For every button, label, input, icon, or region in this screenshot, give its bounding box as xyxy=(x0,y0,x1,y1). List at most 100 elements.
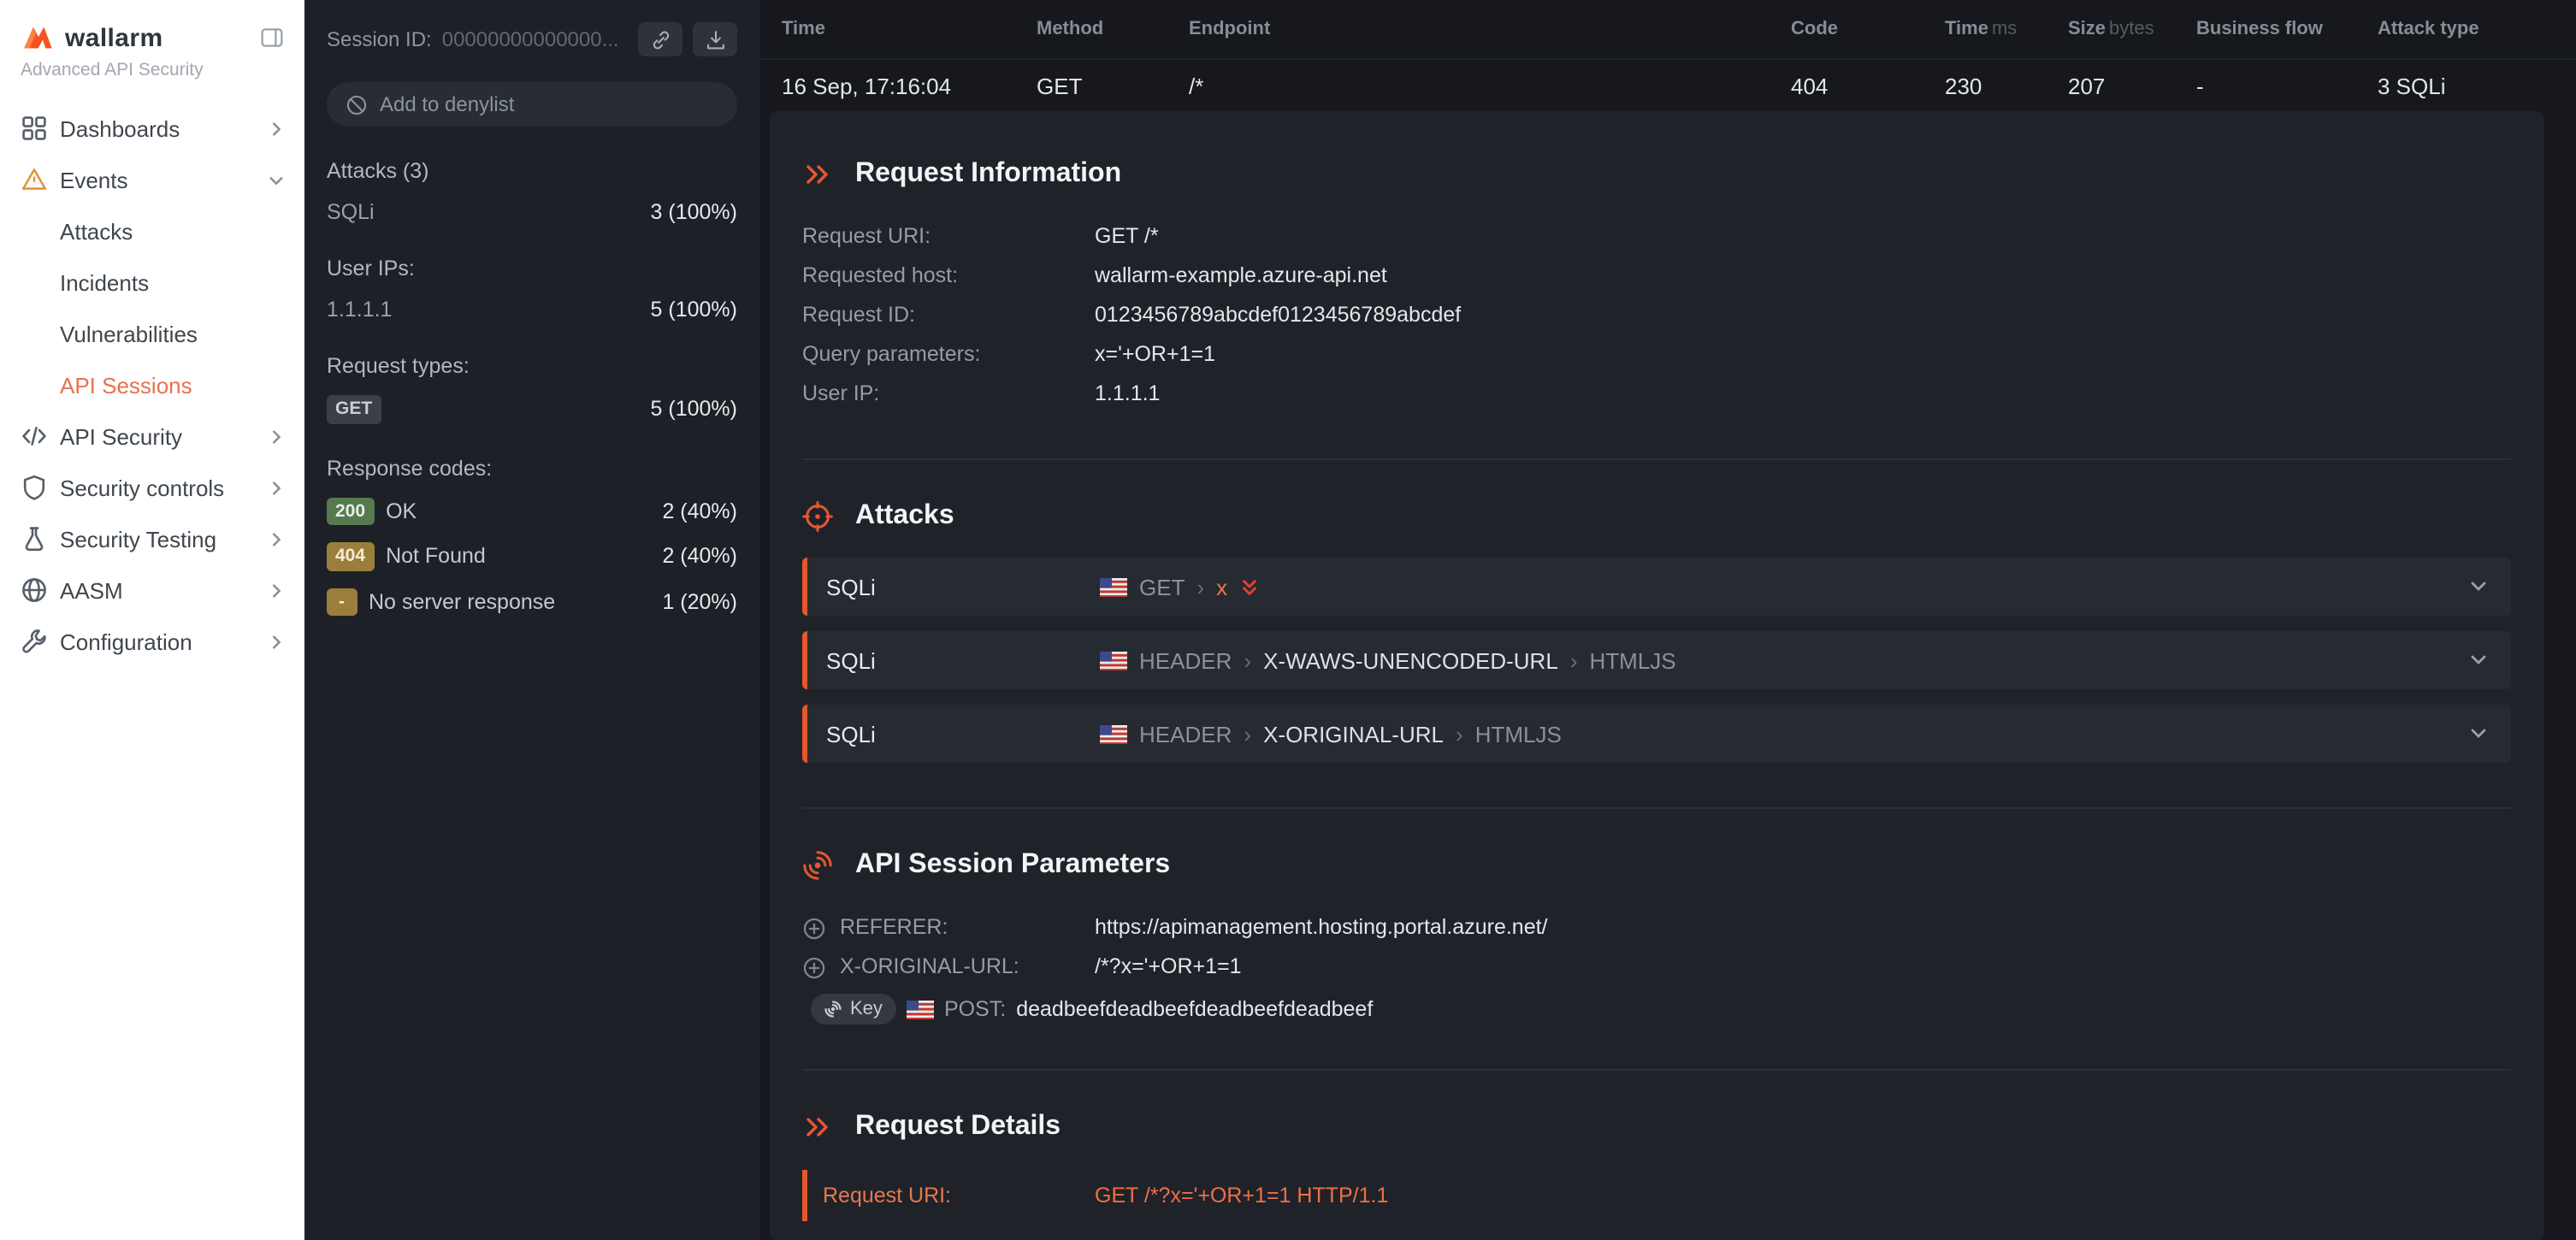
key-badge: Key xyxy=(811,994,896,1024)
status-label: No server response xyxy=(369,590,555,614)
cell-endpoint: /* xyxy=(1189,73,1791,98)
status-count: 2 (40%) xyxy=(662,545,737,569)
col-business-flow[interactable]: Business flow xyxy=(2196,19,2378,39)
param-value: /*?x='+OR+1=1 xyxy=(1095,948,1242,987)
field-value: 0123456789abcdef0123456789abcdef xyxy=(1095,296,1461,335)
nav-label: API Sessions xyxy=(60,372,192,398)
chevron-right-icon xyxy=(269,480,284,495)
section-title: API Session Parameters xyxy=(855,850,1170,881)
expand-chevron-icon[interactable] xyxy=(2468,650,2489,670)
sidebar-item-incidents[interactable]: Incidents xyxy=(0,257,304,308)
plus-circle-icon[interactable] xyxy=(802,916,830,940)
chevron-right-icon xyxy=(269,121,284,136)
col-size[interactable]: Sizebytes xyxy=(2068,19,2196,39)
expand-chevron-icon[interactable] xyxy=(2468,576,2489,597)
sidebar-item-security-testing[interactable]: Security Testing xyxy=(0,513,304,564)
nav-label: Attacks xyxy=(60,218,133,244)
sidebar-item-api-security[interactable]: API Security xyxy=(0,410,304,462)
cell-time-ms: 230 xyxy=(1945,73,2068,98)
col-method[interactable]: Method xyxy=(1037,19,1189,39)
nav-label: Vulnerabilities xyxy=(60,321,198,346)
request-arrows-icon xyxy=(802,1112,833,1143)
download-button[interactable] xyxy=(693,22,737,56)
fingerprint-icon xyxy=(802,850,833,881)
denylist-label: Add to denylist xyxy=(380,92,514,116)
sidebar-item-dashboards[interactable]: Dashboards xyxy=(0,103,304,154)
attack-type-label: SQLi xyxy=(826,721,1100,747)
cell-attack-type: 3 SQLi xyxy=(2378,73,2576,98)
sidebar-collapse-icon[interactable] xyxy=(260,26,284,50)
globe-icon xyxy=(21,576,48,604)
us-flag-icon xyxy=(1100,651,1127,670)
nav-label: Events xyxy=(60,167,128,192)
session-id-value[interactable]: 00000000000000... xyxy=(442,27,628,51)
request-type-stat-row: GET 5 (100%) xyxy=(327,395,737,423)
session-id-label: Session ID: xyxy=(327,27,432,51)
field-value: wallarm-example.azure-api.net xyxy=(1095,257,1387,296)
session-param-row: X-ORIGINAL-URL: /*?x='+OR+1=1 xyxy=(802,948,2511,987)
attack-row[interactable]: SQLi HEADER › X-ORIGINAL-URL › HTMLJS xyxy=(802,705,2511,763)
plus-circle-icon[interactable] xyxy=(802,955,830,979)
expand-chevron-icon[interactable] xyxy=(2468,723,2489,744)
chevron-right-icon xyxy=(269,634,284,649)
col-time[interactable]: Time xyxy=(782,19,1037,39)
sidebar-item-security-controls[interactable]: Security controls xyxy=(0,462,304,513)
status-count: 1 (20%) xyxy=(662,590,737,614)
status-badge: 404 xyxy=(327,542,374,570)
sidebar-item-api-sessions[interactable]: API Sessions xyxy=(0,359,304,410)
shield-icon xyxy=(21,474,48,501)
wallarm-logo-icon xyxy=(21,21,55,55)
status-badge: 200 xyxy=(327,497,374,525)
response-code-row: 404 Not Found 2 (40%) xyxy=(327,542,737,570)
cell-size: 207 xyxy=(2068,73,2196,98)
cell-code: 404 xyxy=(1791,73,1945,98)
session-summary-panel: Session ID: 00000000000000... Add to den… xyxy=(304,0,759,1240)
request-table-row[interactable]: 16 Sep, 17:16:04 GET /* 404 230 207 - 3 … xyxy=(759,60,2576,111)
user-ip-count: 5 (100%) xyxy=(651,298,737,322)
sidebar-item-aasm[interactable]: AASM xyxy=(0,564,304,616)
field-label: Request URI: xyxy=(823,1180,1095,1211)
attack-type-label: SQLi xyxy=(826,647,1100,673)
info-field: User IP:1.1.1.1 xyxy=(802,375,2511,414)
wrench-icon xyxy=(21,628,48,655)
attack-name: SQLi xyxy=(327,200,375,224)
attack-point-segment: GET xyxy=(1139,574,1185,599)
attack-row[interactable]: SQLi GET › x xyxy=(802,558,2511,616)
add-to-denylist-button[interactable]: Add to denylist xyxy=(327,82,737,127)
request-types-heading: Request types: xyxy=(327,354,737,378)
grid-icon xyxy=(21,115,48,142)
col-time-ms[interactable]: Timems xyxy=(1945,19,2068,39)
logo-text: wallarm xyxy=(65,23,163,52)
request-type-count: 5 (100%) xyxy=(651,398,737,422)
breadcrumb-separator: › xyxy=(1244,721,1251,747)
info-field: Query parameters:x='+OR+1=1 xyxy=(802,335,2511,375)
breadcrumb-separator: › xyxy=(1456,721,1463,747)
sidebar-item-vulnerabilities[interactable]: Vulnerabilities xyxy=(0,308,304,359)
chevron-right-icon xyxy=(269,531,284,546)
col-attack-type[interactable]: Attack type xyxy=(2378,19,2576,39)
sidebar-item-attacks[interactable]: Attacks xyxy=(0,205,304,257)
status-label: Not Found xyxy=(386,545,486,569)
nav-label: API Security xyxy=(60,423,182,449)
col-endpoint[interactable]: Endpoint xyxy=(1189,19,1791,39)
attack-type-label: SQLi xyxy=(826,574,1100,599)
info-field: Request URI:GET /* xyxy=(802,217,2511,257)
breadcrumb-separator: › xyxy=(1244,647,1251,673)
attack-stat-row: SQLi 3 (100%) xyxy=(327,200,737,224)
sidebar-item-events[interactable]: Events xyxy=(0,154,304,205)
copy-link-button[interactable] xyxy=(638,22,682,56)
requests-table-header: Time Method Endpoint Code Timems Sizebyt… xyxy=(759,0,2576,60)
chevron-right-icon xyxy=(269,428,284,444)
chevron-right-icon xyxy=(269,582,284,598)
sidebar-item-configuration[interactable]: Configuration xyxy=(0,616,304,667)
response-code-row: - No server response 1 (20%) xyxy=(327,588,737,616)
session-key-param-row: Key POST: deadbeefdeadbeefdeadbeefdeadbe… xyxy=(811,994,2511,1024)
logo-row: wallarm xyxy=(0,21,304,55)
us-flag-icon xyxy=(1100,724,1127,743)
attack-row[interactable]: SQLi HEADER › X-WAWS-UNENCODED-URL › HTM… xyxy=(802,631,2511,689)
col-code[interactable]: Code xyxy=(1791,19,1945,39)
info-field: Request ID:0123456789abcdef0123456789abc… xyxy=(802,296,2511,335)
attack-point-segment: HTMLJS xyxy=(1590,647,1676,673)
attack-param: X-ORIGINAL-URL xyxy=(1263,721,1444,747)
warning-triangle-icon xyxy=(21,166,48,193)
